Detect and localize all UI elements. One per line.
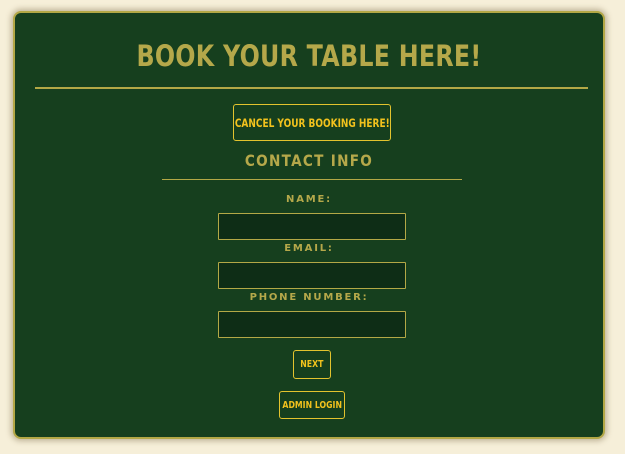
cancel-booking-button[interactable]: Cancel Your Booking Here! [233,104,391,141]
name-field[interactable] [218,213,406,240]
phone-label: Phone Number: [249,292,369,303]
cancel-booking-label: Cancel Your Booking Here! [234,115,390,130]
admin-login-button[interactable]: Admin Login [279,391,345,419]
next-label: Next [300,359,324,370]
contact-info-divider [162,179,462,180]
phone-field[interactable] [218,311,406,338]
admin-login-label: Admin Login [282,399,342,411]
page-title: Book Your Table Here! [136,39,482,73]
booking-card: Book Your Table Here! Cancel Your Bookin… [13,11,605,439]
contact-info-heading: Contact Info [244,151,374,170]
email-label: Email: [284,243,334,254]
name-label: Name: [286,194,332,205]
email-field[interactable] [218,262,406,289]
title-divider [35,87,588,89]
next-button[interactable]: Next [293,350,331,379]
